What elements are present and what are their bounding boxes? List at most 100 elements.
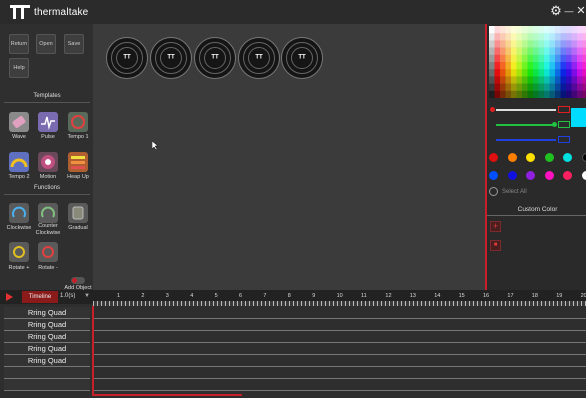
color-swatch[interactable] (563, 171, 572, 180)
fan-1[interactable]: TT (106, 37, 148, 79)
track-lane[interactable] (93, 343, 586, 355)
ruler-tick-label: 13 (409, 293, 416, 299)
track-lane[interactable] (93, 319, 586, 331)
track-name[interactable]: Rring Quad (4, 343, 90, 355)
rotate-plus-icon (13, 246, 25, 258)
track-lane[interactable] (93, 331, 586, 343)
color-swatch[interactable] (544, 171, 554, 180)
filter-icon[interactable]: ▼ (84, 293, 90, 299)
color-swatch[interactable] (544, 153, 554, 162)
color-swatch[interactable] (489, 153, 498, 162)
color-palette-grid[interactable] (489, 26, 586, 98)
timeline-panel: Timeline 1.0(s) ▼ 1 2 3 4 5 6 7 8 9 10 11 12 13 14 15 1… (0, 290, 586, 398)
ruler-ticks (93, 301, 586, 306)
clockwise-icon (12, 206, 26, 218)
track-name[interactable]: Rring Quad (4, 307, 90, 319)
ruler-tick-label: 10 (336, 293, 343, 299)
template-motion-tile[interactable] (38, 152, 58, 172)
timeline-playhead[interactable] (92, 306, 94, 394)
timeline-scrollbar[interactable] (92, 394, 242, 396)
design-canvas[interactable]: TT TT TT TT TT (93, 24, 485, 290)
ruler-tick-label: 4 (190, 293, 194, 299)
track-lane[interactable] (93, 355, 586, 367)
fan-3[interactable]: TT (194, 37, 236, 79)
function-gradual-tile[interactable] (68, 203, 88, 223)
track-lanes[interactable] (93, 307, 586, 391)
template-tempo1-tile[interactable] (68, 112, 88, 132)
color-swatch[interactable] (526, 153, 535, 162)
track-name[interactable]: Rring Quad (4, 355, 90, 367)
mouse-cursor-icon (152, 141, 159, 151)
ruler-tick-label: 7 (263, 293, 267, 299)
add-color-button[interactable]: + (490, 221, 501, 232)
tt-logo-icon: TT (298, 54, 306, 61)
delete-color-button[interactable]: ■ (490, 240, 501, 251)
empty-track-row (4, 367, 90, 379)
tempo2-icon (10, 158, 28, 168)
track-list: Rring Quad Rring Quad Rring Quad Rring Q… (4, 307, 90, 391)
ruler-tick-label: 9 (312, 293, 316, 299)
help-button[interactable]: Help (9, 58, 29, 78)
function-counter-clockwise-tile[interactable] (38, 203, 58, 223)
function-rotate-minus-tile[interactable] (38, 242, 58, 262)
color-swatch[interactable] (581, 171, 586, 180)
color-swatch[interactable] (507, 171, 517, 180)
green-slider[interactable] (490, 121, 570, 129)
blue-slider[interactable] (490, 136, 570, 144)
ruler-tick-label: 12 (385, 293, 392, 299)
color-swatch[interactable] (526, 171, 535, 180)
template-heapup-tile[interactable] (68, 152, 88, 172)
save-button[interactable]: Save (64, 34, 84, 54)
timeline-tab[interactable]: Timeline (22, 291, 58, 303)
ruler-tick-label: 16 (483, 293, 490, 299)
close-button[interactable]: ✕ (573, 3, 586, 19)
template-pulse-tile[interactable] (38, 112, 58, 132)
color-swatch[interactable] (563, 153, 572, 162)
ruler-tick-label: 15 (458, 293, 465, 299)
brand-name: thermaltake (34, 6, 89, 18)
track-lane[interactable] (93, 307, 586, 319)
return-button[interactable]: Return (9, 34, 29, 54)
tt-logo-icon: TT (167, 54, 175, 61)
tt-logo-icon: TT (255, 54, 263, 61)
red-slider[interactable] (490, 106, 570, 114)
motion-icon (41, 155, 55, 169)
ruler-tick-label: 1 (117, 293, 121, 299)
track-lane[interactable] (93, 367, 586, 379)
play-icon[interactable] (6, 293, 13, 301)
left-panel: Return Open Save Help Templates Wave Pul… (0, 24, 93, 291)
color-swatch[interactable] (489, 171, 498, 180)
wave-icon (12, 116, 26, 128)
function-rotate-minus-label: Rotate - (38, 265, 58, 271)
select-all-option[interactable]: Select All (489, 187, 527, 196)
color-swatch[interactable] (507, 153, 517, 162)
function-clockwise-tile[interactable] (9, 203, 29, 223)
function-gradual-label: Gradual (68, 225, 88, 231)
track-name[interactable]: Rring Quad (4, 331, 90, 343)
track-lane[interactable] (93, 379, 586, 391)
fan-5[interactable]: TT (281, 37, 323, 79)
ruler-tick-label: 14 (434, 293, 441, 299)
function-rotate-plus-tile[interactable] (9, 242, 29, 262)
fan-2[interactable]: TT (150, 37, 192, 79)
fan-4[interactable]: TT (238, 37, 280, 79)
gradual-icon (72, 206, 84, 220)
custom-color-title: Custom Color (487, 206, 586, 216)
timeline-speed[interactable]: 1.0(s) (60, 293, 75, 299)
color-swatch[interactable] (581, 153, 586, 162)
ruler-tick-label: 19 (556, 293, 563, 299)
add-object-toggle[interactable] (71, 277, 85, 284)
template-pulse-label: Pulse (41, 134, 55, 140)
template-wave-tile[interactable] (9, 112, 29, 132)
heap-up-icon (71, 156, 85, 169)
template-tempo2-tile[interactable] (9, 152, 29, 172)
color-panel: Select All Custom Color + ■ (485, 24, 586, 290)
empty-track-row (4, 379, 90, 391)
pulse-icon (41, 116, 55, 130)
current-color-preview (571, 108, 586, 127)
open-button[interactable]: Open (36, 34, 56, 54)
track-name[interactable]: Rring Quad (4, 319, 90, 331)
rotate-minus-icon (42, 246, 54, 258)
ruler-tick-label: 3 (165, 293, 169, 299)
timeline-ruler[interactable]: 1 2 3 4 5 6 7 8 9 10 11 12 13 14 15 16 17 18 19 20 (93, 290, 586, 306)
